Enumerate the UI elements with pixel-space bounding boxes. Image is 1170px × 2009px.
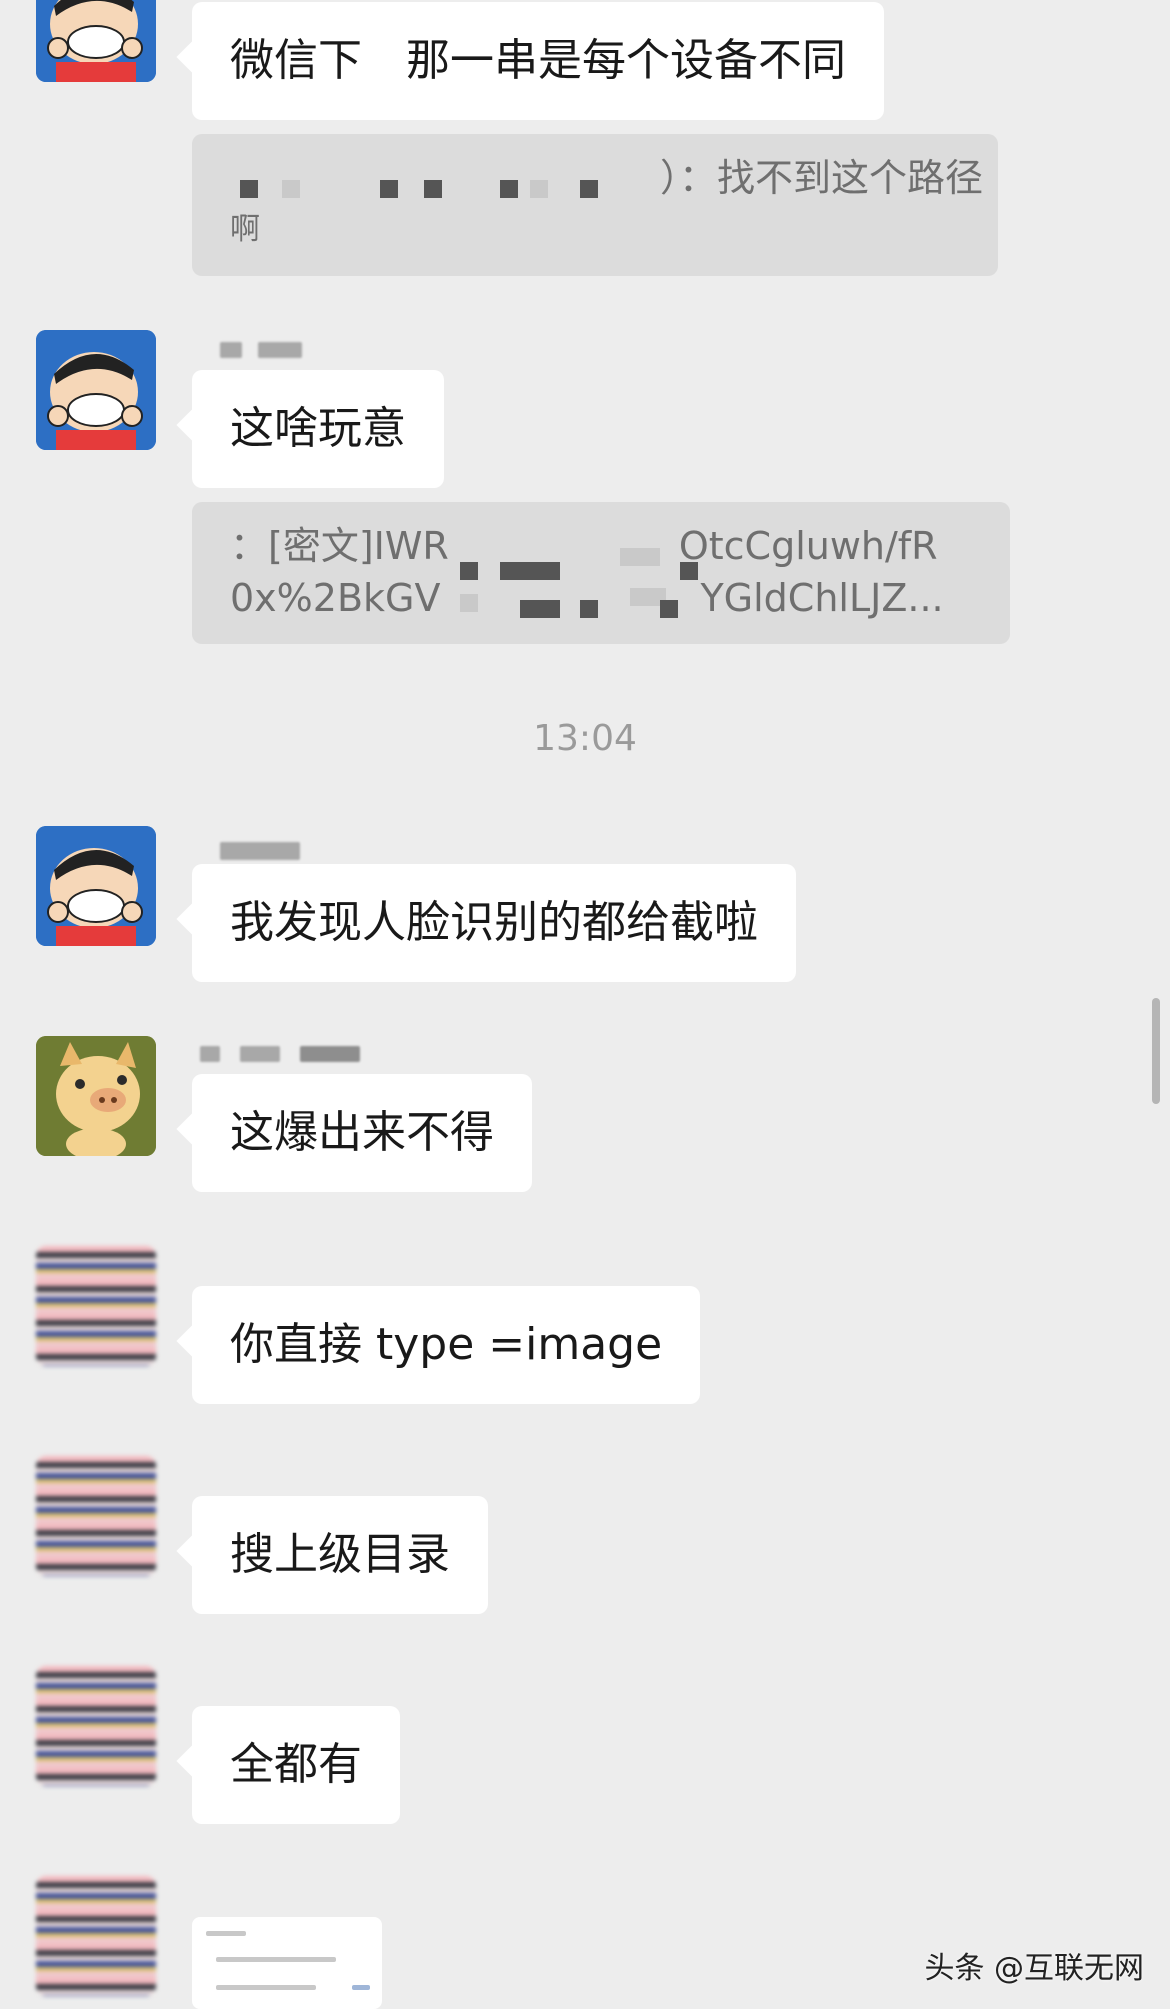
redacted-block <box>460 594 478 612</box>
message-bubble[interactable]: 我发现人脸识别的都给截啦 <box>192 864 796 982</box>
avatar[interactable] <box>36 0 156 82</box>
quote-line-start: 0x%2BkGV <box>230 576 441 620</box>
avatar[interactable] <box>36 1036 156 1156</box>
message-bubble[interactable]: 全都有 <box>192 1706 400 1824</box>
timestamp: 13:04 <box>533 718 637 759</box>
thumbnail-line <box>206 1931 246 1936</box>
message-bubble[interactable]: 微信下 那一串是每个设备不同 <box>192 2 884 120</box>
sender-name-redacted <box>240 1046 280 1062</box>
avatar[interactable] <box>36 1666 156 1786</box>
message-bubble[interactable]: 这爆出来不得 <box>192 1074 532 1192</box>
thumbnail-line <box>216 1957 336 1962</box>
avatar[interactable] <box>36 330 156 450</box>
sender-name-redacted <box>258 342 302 358</box>
sender-name-redacted <box>300 1046 360 1062</box>
scrollbar-thumb[interactable] <box>1152 998 1160 1104</box>
sender-name-redacted <box>220 342 242 358</box>
crayon-shinchan-avatar-icon <box>36 826 156 946</box>
message-bubble[interactable]: 搜上级目录 <box>192 1496 488 1614</box>
redacted-block <box>460 562 478 580</box>
redacted-block <box>660 600 678 618</box>
redacted-block <box>530 180 548 198</box>
crayon-shinchan-avatar-icon <box>36 0 156 82</box>
message-bubble[interactable]: 你直接 type =image <box>192 1286 701 1404</box>
redacted-block <box>282 180 300 198</box>
avatar[interactable] <box>36 826 156 946</box>
image-message-thumbnail[interactable] <box>192 1917 382 2009</box>
quote-line-start: ：[密文]IWR <box>230 524 449 568</box>
redacted-block <box>580 600 598 618</box>
quote-line-end: YGldChlLJZ... <box>700 576 944 620</box>
thumbnail-line <box>216 1985 316 1990</box>
redacted-block <box>620 548 660 566</box>
quote-line: ：[密文]IWR OtcCgluwh/fR <box>230 520 972 572</box>
sender-name-redacted <box>200 1046 220 1062</box>
message-bubble[interactable]: 这啥玩意 <box>192 370 444 488</box>
avatar[interactable] <box>36 1246 156 1366</box>
redacted-block <box>380 180 398 198</box>
quote-line-end: OtcCgluwh/fR <box>678 524 938 568</box>
redacted-block <box>500 562 560 580</box>
sender-name-redacted <box>220 842 300 860</box>
redacted-block <box>580 180 598 198</box>
redacted-block <box>424 180 442 198</box>
thumbnail-line <box>352 1985 370 1990</box>
crayon-shinchan-avatar-icon <box>36 330 156 450</box>
quote-line: 0x%2BkGV YGldChlLJZ... <box>230 572 972 624</box>
avatar[interactable] <box>36 1876 156 1996</box>
quoted-message[interactable]: ）：找不到这个路径 啊 <box>192 134 998 276</box>
redacted-block <box>680 562 698 580</box>
redacted-block <box>500 180 518 198</box>
pig-avatar-icon <box>36 1036 156 1156</box>
quote-line: 啊 <box>230 212 260 247</box>
watermark: 头条 @互联无网 <box>924 1951 1144 1986</box>
avatar[interactable] <box>36 1456 156 1576</box>
redacted-block <box>240 180 258 198</box>
quoted-message[interactable]: ：[密文]IWR OtcCgluwh/fR 0x%2BkGV YGldChlLJZ.… <box>192 502 1010 644</box>
redacted-block <box>520 600 560 618</box>
